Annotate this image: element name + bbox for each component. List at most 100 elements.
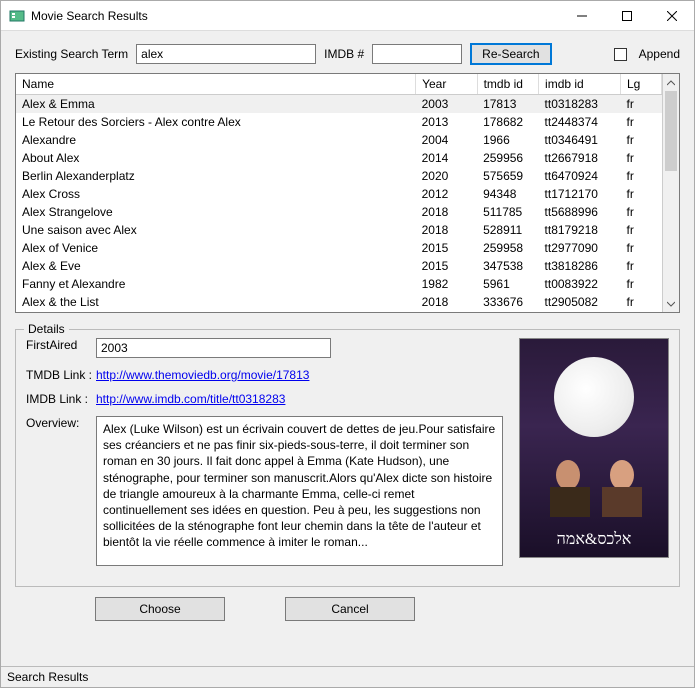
cancel-button[interactable]: Cancel (285, 597, 415, 621)
scroll-up-arrow[interactable] (663, 74, 679, 91)
cell-year: 1970 (416, 311, 477, 312)
cell-imdb: tt0318283 (539, 95, 621, 114)
append-checkbox[interactable] (614, 48, 627, 61)
col-year[interactable]: Year (416, 74, 477, 95)
table-row[interactable]: Le Retour des Sorciers - Alex contre Ale… (16, 113, 662, 131)
cell-lg: fr (620, 167, 661, 185)
existing-search-label: Existing Search Term (15, 47, 128, 61)
minimize-icon (577, 11, 587, 21)
cell-year: 2020 (416, 167, 477, 185)
cell-year: 2004 (416, 131, 477, 149)
cell-year: 2018 (416, 221, 477, 239)
cell-lg: fr (620, 185, 661, 203)
results-table: Name Year tmdb id imdb id Lg Alex & Emma… (16, 74, 662, 312)
cell-tmdb: 32599 (477, 311, 538, 312)
cell-name: About Alex (16, 149, 416, 167)
cell-lg: fr (620, 149, 661, 167)
cell-tmdb: 5961 (477, 275, 538, 293)
cell-year: 2018 (416, 293, 477, 311)
cell-year: 2012 (416, 185, 477, 203)
research-button[interactable]: Re-Search (470, 43, 551, 65)
maximize-button[interactable] (604, 1, 649, 31)
minimize-button[interactable] (559, 1, 604, 31)
cell-tmdb: 528911 (477, 221, 538, 239)
cell-imdb: tt2448374 (539, 113, 621, 131)
cell-lg: fr (620, 221, 661, 239)
cell-imdb: tt6470924 (539, 167, 621, 185)
cell-name: Une saison avec Alex (16, 221, 416, 239)
cell-tmdb: 575659 (477, 167, 538, 185)
cell-name: Alex Strangelove (16, 203, 416, 221)
cell-name: Alexandre (16, 131, 416, 149)
cell-imdb: tt3818286 (539, 257, 621, 275)
cell-year: 2018 (416, 203, 477, 221)
table-row[interactable]: Une saison avec Alex2018528911tt8179218f… (16, 221, 662, 239)
table-row[interactable]: Fanny et Alexandre19825961tt0083922fr (16, 275, 662, 293)
cell-imdb: tt5688996 (539, 203, 621, 221)
cell-imdb: tt2905082 (539, 293, 621, 311)
cell-name: Le Retour des Sorciers - Alex contre Ale… (16, 113, 416, 131)
col-tmdb[interactable]: tmdb id (477, 74, 538, 95)
poster-caption: אלכס&אמה (520, 531, 668, 549)
cell-name: Alex & Eve (16, 257, 416, 275)
col-imdb[interactable]: imdb id (539, 74, 621, 95)
col-name[interactable]: Name (16, 74, 416, 95)
table-row[interactable]: Alexandre20041966tt0346491fr (16, 131, 662, 149)
firstaired-input[interactable] (96, 338, 331, 358)
cell-tmdb: 259958 (477, 239, 538, 257)
poster-image: אלכס&אמה (519, 338, 669, 558)
tmdb-link[interactable]: http://www.themoviedb.org/movie/17813 (96, 368, 309, 382)
scroll-down-arrow[interactable] (663, 295, 679, 312)
cell-tmdb: 178682 (477, 113, 538, 131)
window: Movie Search Results Existing Search Ter… (0, 0, 695, 688)
cell-imdb: tt1712170 (539, 185, 621, 203)
cell-year: 2015 (416, 257, 477, 275)
table-row[interactable]: Alex & Emma200317813tt0318283fr (16, 95, 662, 114)
table-row[interactable]: Alex in Wonderland197032599tt0065380fr (16, 311, 662, 312)
cell-tmdb: 347538 (477, 257, 538, 275)
details-groupbox: Details FirstAired TMDB Link : http://ww… (15, 329, 680, 587)
table-row[interactable]: Berlin Alexanderplatz2020575659tt6470924… (16, 167, 662, 185)
cell-imdb: tt8179218 (539, 221, 621, 239)
overview-label: Overview: (26, 416, 96, 430)
cell-year: 2015 (416, 239, 477, 257)
imdb-num-label: IMDB # (324, 47, 364, 61)
table-row[interactable]: About Alex2014259956tt2667918fr (16, 149, 662, 167)
tmdb-link-label: TMDB Link : (26, 368, 96, 382)
col-lg[interactable]: Lg (620, 74, 661, 95)
table-row[interactable]: Alex & the List2018333676tt2905082fr (16, 293, 662, 311)
cell-lg: fr (620, 239, 661, 257)
cell-name: Alex Cross (16, 185, 416, 203)
table-row[interactable]: Alex & Eve2015347538tt3818286fr (16, 257, 662, 275)
vertical-scrollbar[interactable] (662, 74, 679, 312)
cell-name: Alex in Wonderland (16, 311, 416, 312)
imdb-link[interactable]: http://www.imdb.com/title/tt0318283 (96, 392, 285, 406)
cell-tmdb: 94348 (477, 185, 538, 203)
bottom-buttons: Choose Cancel (15, 587, 680, 627)
table-header-row: Name Year tmdb id imdb id Lg (16, 74, 662, 95)
cell-lg: fr (620, 311, 661, 312)
titlebar: Movie Search Results (1, 1, 694, 31)
overview-textbox[interactable]: Alex (Luke Wilson) est un écrivain couve… (96, 416, 503, 566)
app-icon (9, 8, 25, 24)
choose-button[interactable]: Choose (95, 597, 225, 621)
cell-imdb: tt0083922 (539, 275, 621, 293)
status-bar: Search Results (1, 666, 694, 687)
scroll-track[interactable] (663, 91, 679, 295)
table-row[interactable]: Alex Strangelove2018511785tt5688996fr (16, 203, 662, 221)
table-row[interactable]: Alex of Venice2015259958tt2977090fr (16, 239, 662, 257)
cell-year: 2013 (416, 113, 477, 131)
table-row[interactable]: Alex Cross201294348tt1712170fr (16, 185, 662, 203)
close-button[interactable] (649, 1, 694, 31)
cell-name: Alex of Venice (16, 239, 416, 257)
imdb-num-input[interactable] (372, 44, 462, 64)
cell-name: Alex & Emma (16, 95, 416, 114)
content: Existing Search Term IMDB # Re-Search Ap… (1, 31, 694, 666)
cell-lg: fr (620, 95, 661, 114)
window-title: Movie Search Results (31, 9, 559, 23)
results-table-wrap: Name Year tmdb id imdb id Lg Alex & Emma… (15, 73, 680, 313)
scroll-thumb[interactable] (665, 91, 677, 171)
cell-lg: fr (620, 113, 661, 131)
cell-tmdb: 259956 (477, 149, 538, 167)
search-term-input[interactable] (136, 44, 316, 64)
